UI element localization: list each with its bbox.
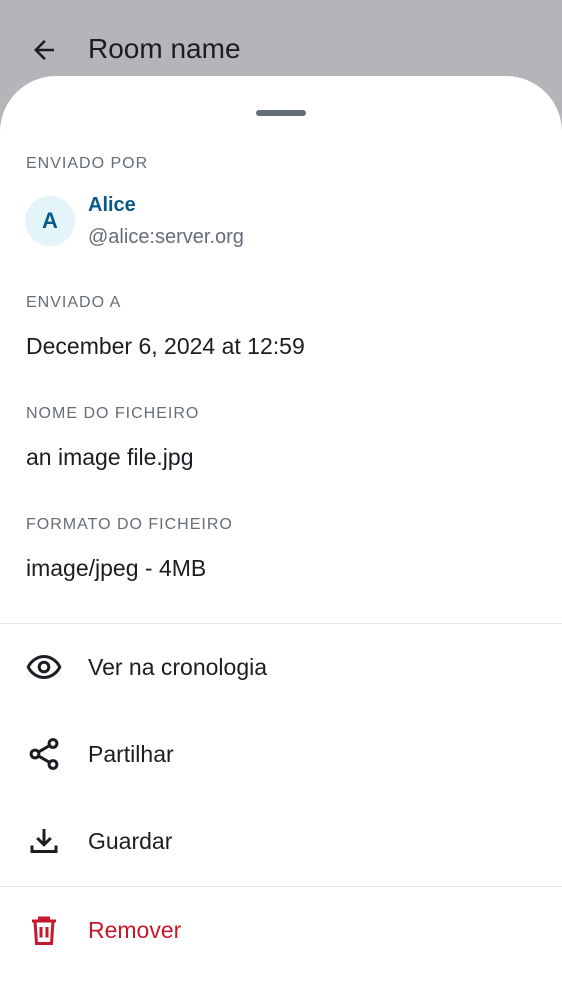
file-name-value: an image file.jpg <box>26 444 194 470</box>
file-format-label: FORMATO DO FICHEIRO <box>26 516 233 533</box>
share-label: Partilhar <box>88 741 174 767</box>
media-details-bottom-sheet: ENVIADO POR A Alice @alice:server.org EN… <box>0 76 562 1000</box>
share-icon <box>26 736 62 772</box>
file-name-label: NOME DO FICHEIRO <box>26 405 200 422</box>
back-button[interactable] <box>24 30 64 70</box>
download-icon <box>26 823 62 859</box>
save-button[interactable]: Guardar <box>0 798 562 884</box>
sender-user-id: @alice:server.org <box>88 226 244 248</box>
trash-icon <box>26 912 62 948</box>
file-format-value: image/jpeg - 4MB <box>26 555 207 581</box>
save-label: Guardar <box>88 828 173 854</box>
share-button[interactable]: Partilhar <box>0 711 562 797</box>
drag-handle[interactable] <box>256 110 306 116</box>
arrow-left-icon <box>34 40 54 60</box>
view-in-timeline-label: Ver na cronologia <box>88 654 268 680</box>
eye-icon <box>26 649 62 685</box>
sent-at-label: ENVIADO A <box>26 294 122 311</box>
room-title: Room name <box>88 33 241 64</box>
sent-at-value: December 6, 2024 at 12:59 <box>26 333 305 359</box>
avatar: A <box>25 196 75 246</box>
sender-name: Alice <box>88 194 136 216</box>
remove-button[interactable]: Remover <box>0 887 562 973</box>
sent-by-label: ENVIADO POR <box>26 155 149 172</box>
remove-label: Remover <box>88 917 182 943</box>
view-in-timeline-button[interactable]: Ver na cronologia <box>0 624 562 710</box>
